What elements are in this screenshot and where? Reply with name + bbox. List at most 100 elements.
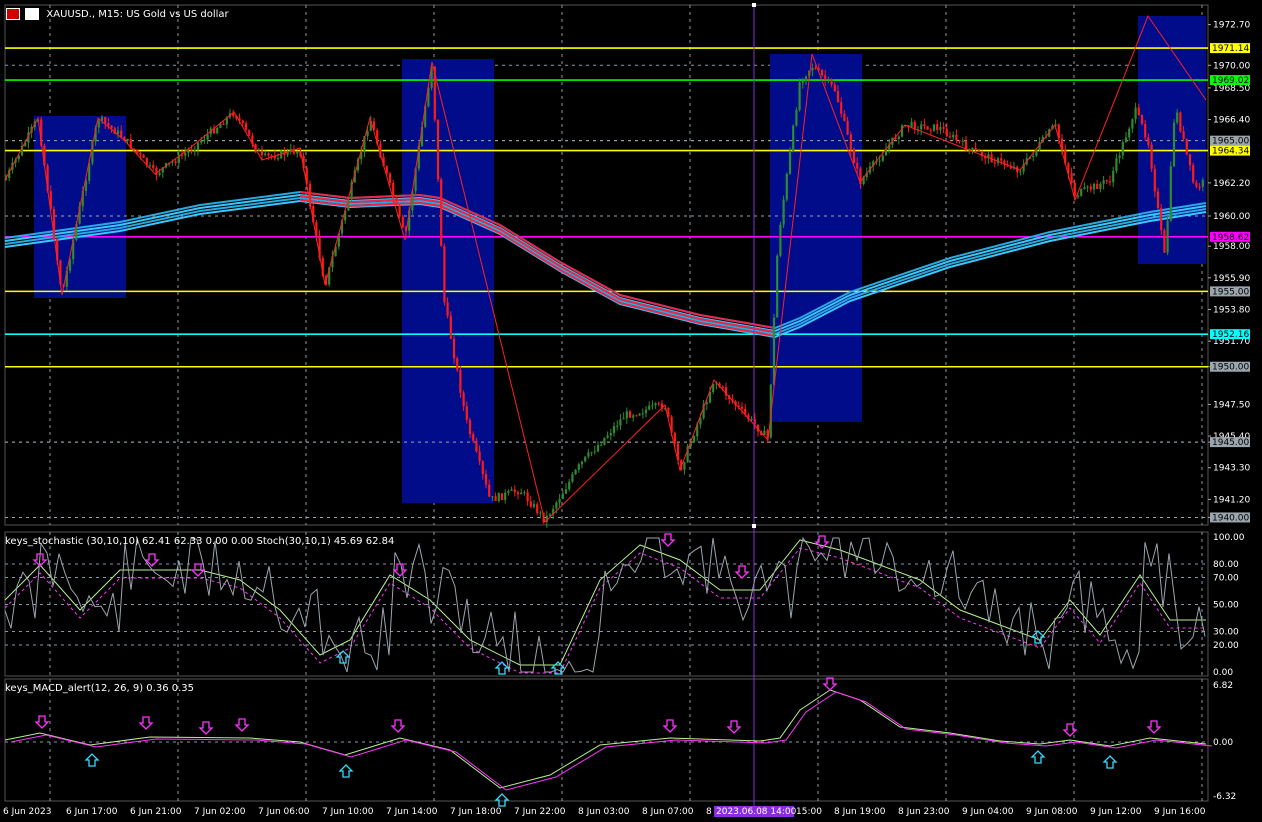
candle-body (1108, 181, 1112, 183)
time-label: 6 Jun 17:00 (66, 807, 118, 817)
candle-body (465, 406, 468, 421)
candle-body (609, 433, 612, 436)
candle-body (955, 134, 958, 141)
sell-arrow-icon (198, 721, 214, 735)
candle-body (484, 473, 488, 485)
candle-body (638, 413, 641, 416)
candle-body (1128, 128, 1131, 138)
candle-body (248, 129, 251, 136)
candle-body (1201, 179, 1204, 187)
price-tick-label: 1972.70 (1213, 21, 1250, 31)
price-tag-label: 1940.00 (1212, 513, 1249, 523)
candle-body (187, 150, 190, 153)
candle-body (920, 124, 923, 130)
sell-arrow-icon (234, 718, 250, 732)
price-tag-label: 1969.02 (1212, 76, 1249, 86)
candle-body (1070, 173, 1073, 183)
buy-arrow-icon (1030, 630, 1046, 644)
candle-body (260, 150, 264, 156)
horizontal-levels[interactable] (5, 47, 1208, 518)
candle-body (651, 405, 654, 407)
candle-body (107, 123, 110, 126)
price-tag-label: 1945.00 (1212, 438, 1249, 448)
candle-body (1144, 123, 1147, 138)
price-tick-label: 1947.50 (1213, 400, 1250, 410)
candle-body (395, 197, 398, 206)
crosshair-handle (752, 524, 756, 528)
candle-body (1096, 183, 1099, 189)
symbol-title: XAUUSD., M15: US Gold vs US dollar (46, 9, 229, 20)
candle-body (721, 387, 724, 389)
candle-body (958, 140, 961, 142)
candle-body (836, 91, 840, 103)
price-tick-label: 1970.00 (1213, 61, 1250, 71)
macd-signal-line (10, 691, 1213, 791)
candle-body (939, 127, 942, 130)
price-tag-label: 1950.00 (1212, 363, 1249, 373)
macd-tick-label: 0.00 (1213, 738, 1233, 748)
sell-arrow-icon (734, 565, 750, 579)
sell-arrow-icon (1062, 723, 1078, 737)
candle-body (804, 76, 808, 81)
stoch-tick-label: 30.00 (1213, 628, 1239, 638)
candle-body (641, 413, 644, 415)
candle-body (497, 493, 500, 502)
candle-body (795, 109, 798, 126)
candle-body (782, 199, 785, 225)
candle-body (587, 452, 590, 457)
candle-body (558, 499, 561, 503)
candle-body (1176, 112, 1179, 123)
price-tag-label: 1964.34 (1212, 147, 1249, 157)
trading-chart[interactable]: 1972.701970.001968.501966.401962.201960.… (0, 0, 1262, 822)
candle-body (878, 160, 881, 162)
candle-body (1032, 155, 1035, 158)
candle-body (97, 120, 100, 128)
candle-body (1124, 137, 1128, 143)
candle-body (401, 216, 404, 228)
macd-panel-frame (4, 678, 1209, 802)
candle-body (548, 514, 552, 516)
candle-body (923, 124, 926, 127)
time-label: 9 Jun 04:00 (962, 807, 1014, 817)
candle-body (264, 153, 267, 156)
candle-body (1140, 115, 1144, 124)
candle-body (491, 496, 494, 498)
candle-body (577, 464, 580, 470)
candle-body (174, 161, 177, 164)
sell-arrow-icon (660, 533, 676, 547)
candle-body (110, 125, 113, 129)
candle-body (539, 512, 542, 514)
buy-arrow-icon (1030, 750, 1046, 764)
candle-body (1198, 186, 1201, 188)
time-label: 15:00 (796, 807, 822, 817)
candle-body (574, 469, 577, 475)
candle-body (740, 406, 744, 409)
candle-body (1076, 195, 1080, 197)
candle-body (606, 435, 609, 438)
candle-body (1118, 155, 1121, 159)
price-tick-label: 1941.20 (1213, 495, 1250, 505)
sell-arrow-icon (822, 677, 838, 691)
candle-body (683, 462, 686, 470)
candle-body (1073, 182, 1076, 196)
stoch-tick-label: 0.00 (1213, 668, 1233, 678)
candle-body (603, 437, 606, 445)
time-label: 6 Jun 21:00 (130, 807, 182, 817)
candle-body (824, 75, 827, 80)
chart-grid (4, 4, 1209, 802)
template-icon[interactable] (25, 8, 40, 20)
time-label: 8 (706, 807, 712, 817)
candle-body (936, 124, 939, 130)
macd-tick-label: -6.32 (1213, 792, 1236, 802)
candle-body (692, 436, 696, 443)
candle-body (1086, 186, 1089, 188)
candle-body (510, 489, 513, 491)
candle-body (478, 451, 481, 462)
candle-body (849, 134, 852, 151)
chart-type-icon[interactable] (6, 8, 20, 20)
buy-arrow-icon (494, 793, 510, 807)
candle-body (1099, 183, 1102, 189)
candle-body (779, 224, 782, 256)
candle-body (241, 120, 244, 124)
candle-body (104, 117, 107, 124)
